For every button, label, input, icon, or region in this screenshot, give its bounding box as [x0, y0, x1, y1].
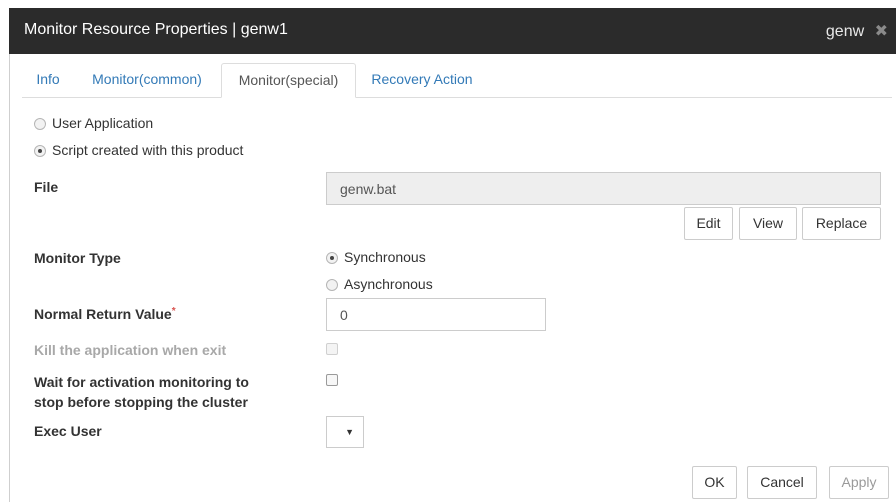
synchronous-radio[interactable] [326, 252, 338, 264]
normal-return-value-text: Normal Return Value [34, 306, 172, 322]
resource-name: genw [825, 23, 865, 40]
normal-return-value-input[interactable]: 0 [326, 298, 546, 331]
file-field[interactable]: genw.bat [326, 172, 881, 205]
user-application-radio[interactable] [34, 118, 46, 130]
replace-button[interactable]: Replace [802, 207, 881, 240]
dialog-titlebar: Monitor Resource Properties | genw1 genw… [9, 8, 896, 54]
apply-button[interactable]: Apply [829, 466, 889, 499]
user-application-label: User Application [52, 115, 154, 131]
kill-application-checkbox [326, 343, 338, 355]
script-radio[interactable] [34, 145, 46, 157]
synchronous-label: Synchronous [344, 249, 426, 265]
tab-bar: Info Monitor(common) Monitor(special) Re… [22, 63, 892, 98]
wait-activation-label-line2: stop before stopping the cluster [34, 394, 248, 410]
script-label: Script created with this product [52, 142, 244, 158]
close-icon[interactable]: ✖ [875, 23, 888, 40]
tab-recovery-action[interactable]: Recovery Action [358, 63, 486, 96]
asynchronous-label: Asynchronous [344, 276, 433, 292]
tab-monitor-special[interactable]: Monitor(special) [221, 63, 356, 98]
wait-activation-checkbox[interactable] [326, 374, 338, 386]
dialog-title: Monitor Resource Properties | genw1 [24, 21, 288, 38]
required-mark: * [171, 306, 176, 317]
tab-info[interactable]: Info [22, 63, 74, 96]
ok-button[interactable]: OK [692, 466, 737, 499]
normal-return-value-label: Normal Return Value* [34, 306, 176, 322]
view-button[interactable]: View [739, 207, 797, 240]
exec-user-select[interactable]: ▼ [326, 416, 364, 448]
chevron-down-icon: ▼ [345, 427, 354, 437]
exec-user-label: Exec User [34, 423, 102, 439]
tab-monitor-common[interactable]: Monitor(common) [78, 63, 216, 96]
kill-application-label: Kill the application when exit [34, 342, 227, 358]
asynchronous-radio[interactable] [326, 279, 338, 291]
wait-activation-label-line1: Wait for activation monitoring to [34, 374, 249, 390]
titlebar-right: genw ✖ [826, 21, 888, 41]
dialog-left-border [9, 54, 10, 502]
edit-button[interactable]: Edit [684, 207, 733, 240]
cancel-button[interactable]: Cancel [747, 466, 817, 499]
monitor-type-label: Monitor Type [34, 250, 121, 266]
file-label: File [34, 179, 59, 195]
